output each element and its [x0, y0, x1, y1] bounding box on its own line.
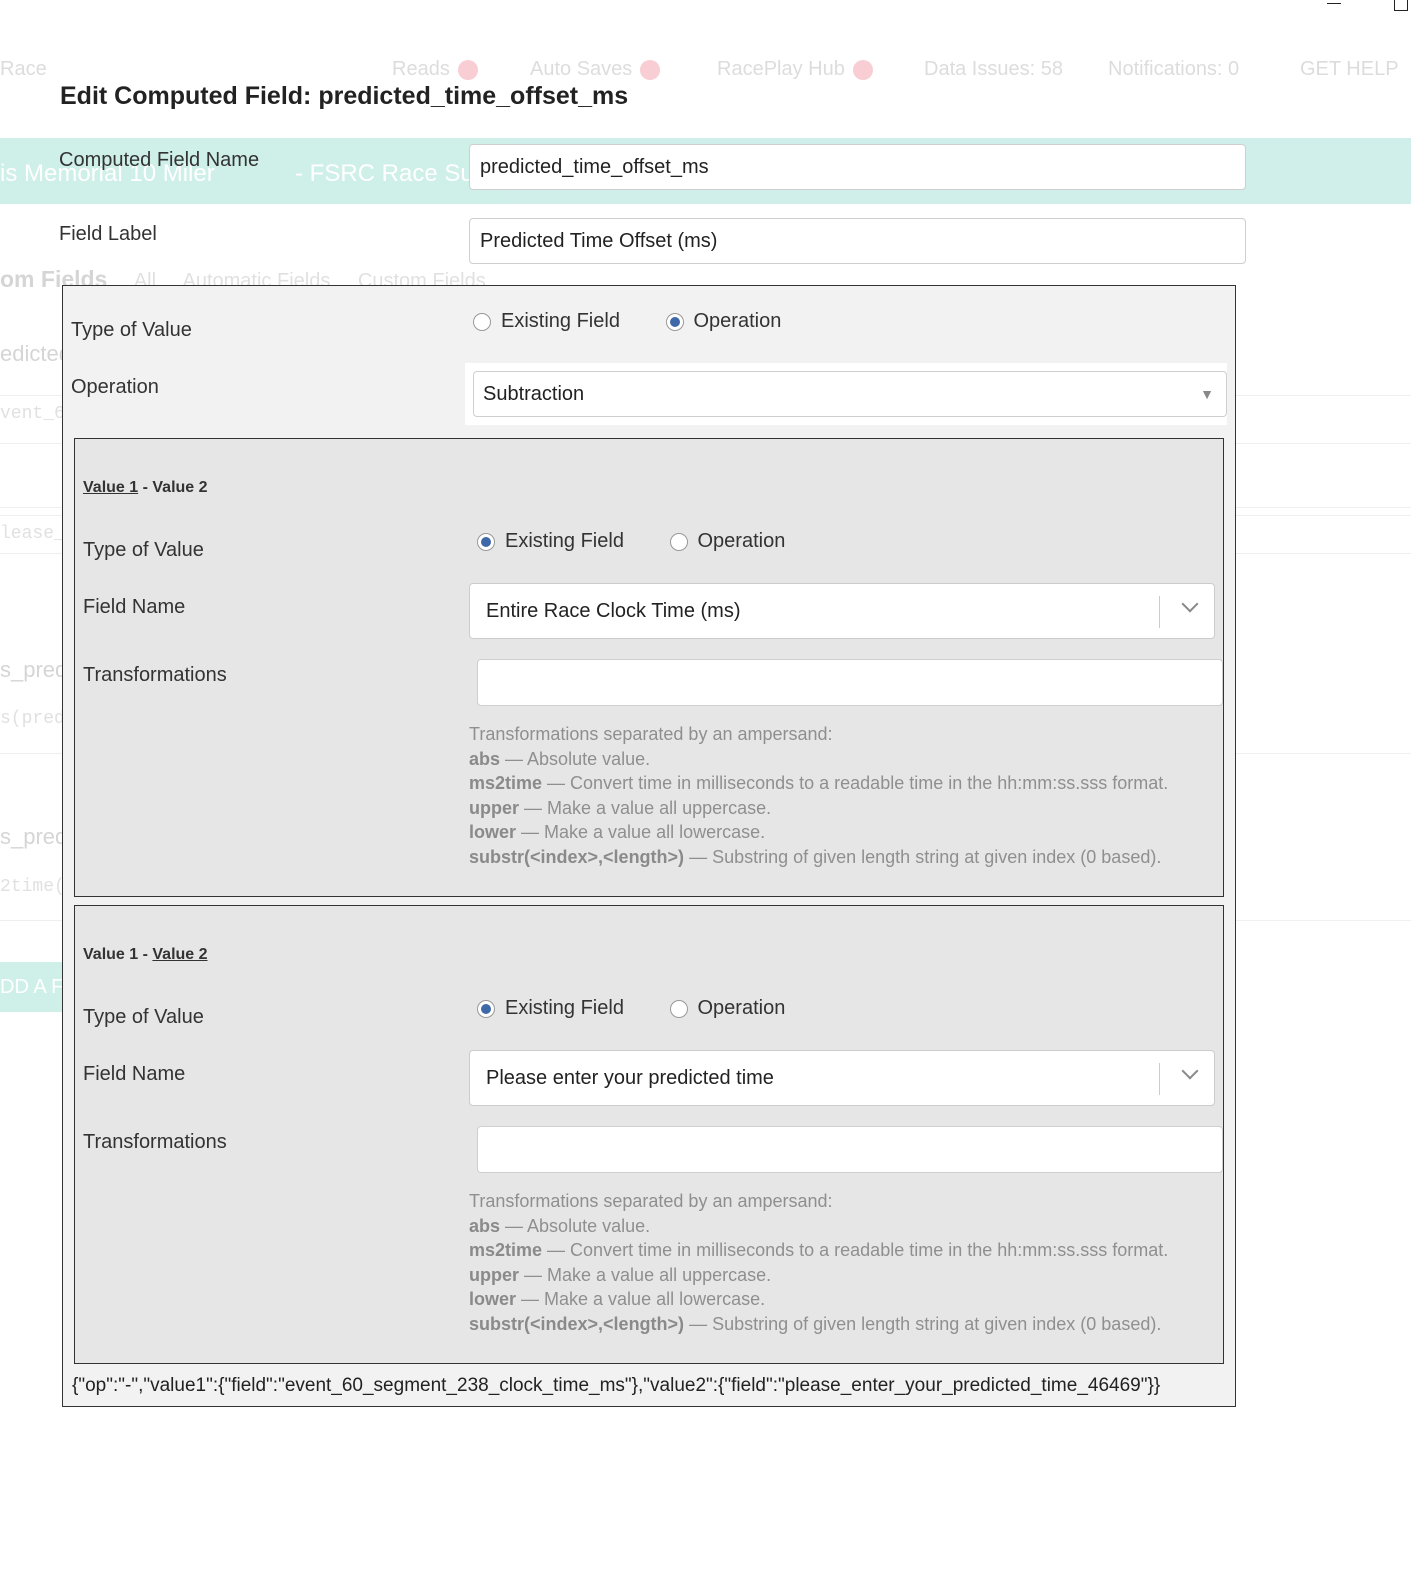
radio-checked-icon[interactable] [477, 999, 495, 1018]
value2-field-name-label: Field Name [83, 1063, 186, 1085]
computed-field-name-label: Computed Field Name [59, 149, 260, 171]
bg-get-help: GET HELP [1300, 58, 1399, 80]
maximize-icon[interactable] [1394, 0, 1408, 11]
bg-notifications: Notifications: 0 [1108, 58, 1240, 80]
value1-transformations-label: Transformations [83, 664, 227, 686]
status-dot-icon [852, 59, 873, 80]
chevron-down-icon[interactable] [1181, 595, 1199, 613]
value1-existing-field-option[interactable]: Existing Field [477, 530, 624, 553]
value2-existing-field-option[interactable]: Existing Field [477, 997, 624, 1020]
value2-type-radio-group: Existing Field Operation [477, 997, 825, 1020]
value1-field-name-label: Field Name [83, 596, 186, 618]
help-row-upper: upper — Make a value all uppercase. [469, 1264, 772, 1285]
operation-label: Operation [71, 376, 159, 398]
computed-field-name-input[interactable]: predicted_time_offset_ms [469, 144, 1246, 190]
operation-select[interactable]: Subtraction ▼ [473, 371, 1227, 417]
json-preview: {"op":"-","value1":{"field":"event_60_se… [72, 1375, 1161, 1396]
value2-transformations-input[interactable] [477, 1126, 1223, 1173]
value2-transformations-label: Transformations [83, 1131, 227, 1153]
help-row-ms2time: ms2time — Convert time in milliseconds t… [469, 1240, 1169, 1260]
help-row-substr: substr(<index>,<length>) — Substring of … [469, 1313, 1162, 1334]
bg-data-issues: Data Issues: 58 [924, 58, 1063, 80]
operation-select-wrapper: Subtraction ▼ [465, 363, 1227, 425]
dropdown-arrow-icon[interactable]: ▼ [1200, 372, 1214, 416]
help-row-lower: lower — Make a value all lowercase. [469, 822, 766, 842]
type-operation-option[interactable]: Operation [665, 310, 781, 333]
type-existing-field-option[interactable]: Existing Field [473, 310, 620, 333]
help-row-abs: abs — Absolute value. [469, 1215, 651, 1236]
help-row-lower: lower — Make a value all lowercase. [469, 1289, 766, 1309]
select-separator [1159, 596, 1160, 628]
bg-raceplay-hub: RacePlay Hub [717, 58, 873, 81]
value2-title: Value 1 - Value 2 [83, 946, 208, 963]
value1-type-label: Type of Value [83, 539, 204, 561]
bg-race: Race [0, 58, 47, 80]
radio-unchecked-icon[interactable] [473, 312, 491, 331]
value1-field-name-select[interactable]: Entire Race Clock Time (ms) [469, 583, 1215, 639]
value2-operation-option[interactable]: Operation [669, 997, 785, 1020]
bg-reads: Reads [392, 58, 478, 81]
value2-type-label: Type of Value [83, 1006, 204, 1028]
radio-unchecked-icon[interactable] [669, 999, 688, 1018]
status-dot-icon [457, 59, 478, 80]
help-row-substr: substr(<index>,<length>) — Substring of … [469, 846, 1162, 867]
minimize-icon[interactable] [1327, 3, 1341, 4]
help-row-upper: upper — Make a value all uppercase. [469, 797, 772, 818]
modal-title: Edit Computed Field: predicted_time_offs… [60, 82, 629, 110]
radio-checked-icon[interactable] [477, 532, 495, 551]
help-row-abs: abs — Absolute value. [469, 748, 651, 769]
help-row-ms2time: ms2time — Convert time in milliseconds t… [469, 773, 1169, 793]
radio-unchecked-icon[interactable] [669, 532, 688, 551]
value2-transformations-help: Transformations separated by an ampersan… [469, 1189, 1168, 1336]
field-label-input[interactable]: Predicted Time Offset (ms) [469, 218, 1246, 264]
chevron-down-icon[interactable] [1181, 1062, 1199, 1080]
bg-auto-saves: Auto Saves [530, 58, 661, 81]
value1-type-radio-group: Existing Field Operation [477, 530, 825, 553]
value1-transformations-help: Transformations separated by an ampersan… [469, 722, 1168, 869]
type-of-value-radio-group: Existing Field Operation [473, 310, 821, 333]
value2-field-name-select[interactable]: Please enter your predicted time [469, 1050, 1215, 1106]
value1-operation-option[interactable]: Operation [669, 530, 785, 553]
field-label-label: Field Label [59, 223, 157, 245]
value1-title: Value 1 - Value 2 [83, 479, 208, 496]
type-of-value-label: Type of Value [71, 319, 192, 341]
radio-checked-icon[interactable] [665, 312, 684, 331]
value1-transformations-input[interactable] [477, 659, 1223, 706]
status-dot-icon [640, 59, 661, 80]
select-separator [1159, 1063, 1160, 1095]
